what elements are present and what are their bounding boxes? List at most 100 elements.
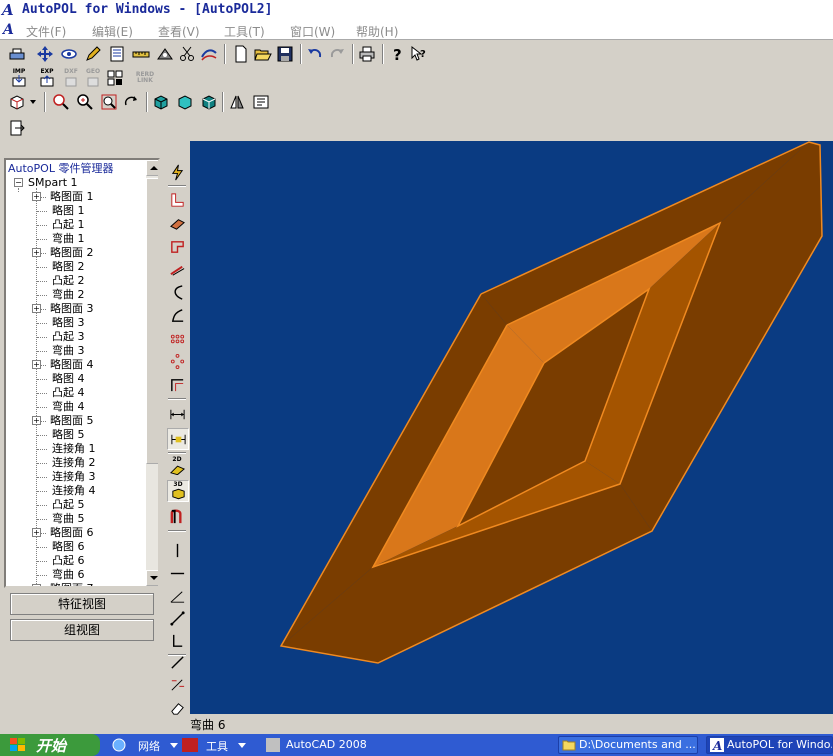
- shaded-edges-icon[interactable]: [174, 91, 196, 113]
- properties-icon[interactable]: [106, 43, 128, 65]
- scroll-down-button[interactable]: [146, 570, 158, 586]
- tree-item[interactable]: 凸起 4: [52, 386, 85, 400]
- tree-item[interactable]: 略图面 1: [50, 190, 94, 204]
- flange-icon[interactable]: [167, 190, 187, 210]
- tree-item[interactable]: 凸起 2: [52, 274, 85, 288]
- redo-icon[interactable]: [326, 43, 348, 65]
- tree-item[interactable]: 略图面 5: [50, 414, 94, 428]
- base-plate-icon[interactable]: [167, 213, 187, 233]
- help-icon[interactable]: ?: [386, 43, 408, 65]
- tree-scrollbar[interactable]: [146, 160, 158, 586]
- scroll-up-button[interactable]: [146, 160, 158, 176]
- new-file-icon[interactable]: [230, 43, 252, 65]
- bend-arc-icon[interactable]: [167, 282, 187, 302]
- tree-item[interactable]: 弯曲 6: [52, 568, 85, 582]
- tree-item[interactable]: 凸起 1: [52, 218, 85, 232]
- tree-item[interactable]: 连接角 1: [52, 442, 96, 456]
- contour-flange-icon[interactable]: [167, 236, 187, 256]
- pattern-icon[interactable]: [167, 328, 187, 348]
- lightning-icon[interactable]: [167, 162, 187, 182]
- network-label[interactable]: 网络: [138, 738, 160, 754]
- 3d-viewport[interactable]: [190, 141, 833, 714]
- tree-item[interactable]: 略图 1: [52, 204, 85, 218]
- pan-icon[interactable]: [34, 43, 56, 65]
- part-manager-icon[interactable]: [6, 43, 28, 65]
- save-icon[interactable]: [274, 43, 296, 65]
- perpendicular-line-icon[interactable]: [167, 630, 187, 650]
- part-manager-tree[interactable]: AutoPOL 零件管理器 − SMpart 1 + 略图面 1 略图 1 凸起 1 弯曲 1…: [4, 158, 160, 588]
- bend-tool-icon[interactable]: [154, 43, 176, 65]
- tree-item[interactable]: 弯曲 1: [52, 232, 85, 246]
- context-help-icon[interactable]: ?: [408, 43, 430, 65]
- tree-item[interactable]: 弯曲 4: [52, 400, 85, 414]
- open-folder-icon[interactable]: [252, 43, 274, 65]
- tree-item[interactable]: 略图 4: [52, 372, 85, 386]
- tree-root[interactable]: AutoPOL 零件管理器: [8, 162, 113, 176]
- collapse-toggle[interactable]: −: [14, 178, 23, 187]
- tree-item[interactable]: 弯曲 2: [52, 288, 85, 302]
- rotate-view-icon[interactable]: [120, 91, 142, 113]
- title-bar[interactable]: A AutoPOL for Windows - [AutoPOL2]: [0, 0, 833, 20]
- rerd-link-icon[interactable]: RERD LINK: [134, 67, 156, 89]
- document-logo-icon[interactable]: A: [3, 22, 19, 38]
- undo-icon[interactable]: [304, 43, 326, 65]
- start-button[interactable]: 开始: [0, 734, 100, 756]
- tree-item[interactable]: 凸起 5: [52, 498, 85, 512]
- expand-toggle[interactable]: +: [32, 416, 41, 425]
- view-2d-icon[interactable]: 2D: [167, 456, 187, 476]
- menu-view[interactable]: 查看(V): [158, 23, 200, 40]
- pencil-icon[interactable]: [82, 43, 104, 65]
- tree-item[interactable]: 略图面 4: [50, 358, 94, 372]
- angle-line-icon[interactable]: [167, 586, 187, 606]
- circular-pattern-icon[interactable]: [167, 351, 187, 371]
- tree-item[interactable]: 凸起 6: [52, 554, 85, 568]
- dxf-icon[interactable]: DXF: [60, 67, 82, 89]
- view-eye-icon[interactable]: [58, 43, 80, 65]
- grid-icon[interactable]: [104, 67, 126, 89]
- autocad-label[interactable]: AutoCAD 2008: [286, 738, 367, 751]
- tree-item[interactable]: 弯曲 5: [52, 512, 85, 526]
- group-view-button[interactable]: 组视图: [10, 619, 154, 641]
- shaded-view-icon[interactable]: [150, 91, 172, 113]
- hem-icon[interactable]: [167, 259, 187, 279]
- zoom-dynamic-icon[interactable]: [74, 91, 96, 113]
- expand-toggle[interactable]: +: [32, 192, 41, 201]
- measure-icon[interactable]: [130, 43, 152, 65]
- tree-item[interactable]: 弯曲 3: [52, 344, 85, 358]
- expand-toggle[interactable]: +: [32, 360, 41, 369]
- chevron-down-icon[interactable]: [26, 91, 40, 113]
- corner-icon[interactable]: [167, 374, 187, 394]
- expand-toggle[interactable]: +: [32, 528, 41, 537]
- trim-line-icon[interactable]: [167, 674, 187, 694]
- dimension-icon[interactable]: [167, 404, 187, 424]
- tools-label[interactable]: 工具: [206, 738, 228, 754]
- chevron-down-icon[interactable]: [238, 743, 246, 748]
- zoom-window-icon[interactable]: [50, 91, 72, 113]
- tree-item[interactable]: 凸起 3: [52, 330, 85, 344]
- export-icon[interactable]: EXP: [36, 67, 58, 89]
- link-tool-icon[interactable]: [198, 43, 220, 65]
- tree-item[interactable]: 略图 3: [52, 316, 85, 330]
- tree-item[interactable]: 连接角 4: [52, 484, 96, 498]
- mirror-icon[interactable]: [226, 91, 248, 113]
- exit-icon[interactable]: [6, 117, 28, 139]
- line-icon[interactable]: [167, 608, 187, 628]
- view-3d-icon[interactable]: 3D: [167, 480, 189, 502]
- horizontal-line-icon[interactable]: [167, 563, 187, 583]
- layout-icon[interactable]: [250, 91, 272, 113]
- tree-item[interactable]: 略图 6: [52, 540, 85, 554]
- expand-toggle[interactable]: +: [32, 304, 41, 313]
- task-documents[interactable]: D:\Documents and ...: [558, 736, 698, 754]
- app-icon[interactable]: [182, 738, 198, 752]
- unbend-arc-icon[interactable]: [167, 305, 187, 325]
- tree-item[interactable]: 略图 5: [52, 428, 85, 442]
- expand-toggle[interactable]: +: [32, 248, 41, 257]
- menu-tools[interactable]: 工具(T): [224, 23, 265, 40]
- autocad-icon[interactable]: [266, 738, 280, 752]
- menu-file[interactable]: 文件(F): [26, 23, 66, 40]
- menu-edit[interactable]: 编辑(E): [92, 23, 133, 40]
- cube-view-icon[interactable]: [6, 91, 28, 113]
- chevron-down-icon[interactable]: [170, 743, 178, 748]
- menu-window[interactable]: 窗口(W): [290, 23, 335, 40]
- task-autopol[interactable]: A AutoPOL for Windo...: [706, 736, 833, 754]
